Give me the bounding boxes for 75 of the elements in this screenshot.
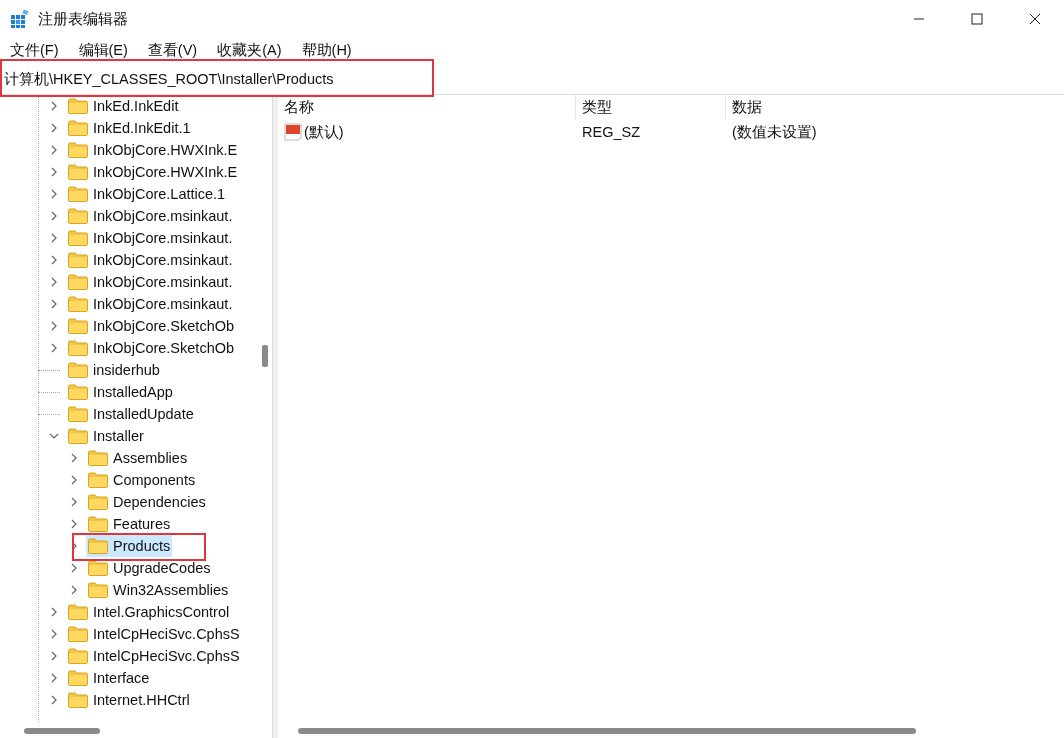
column-header[interactable]: 类型 <box>576 95 726 119</box>
tree-item[interactable]: InkObjCore.Lattice.1 <box>66 183 228 205</box>
tree-item[interactable]: InkObjCore.msinkaut. <box>66 227 235 249</box>
registry-editor-icon <box>10 9 30 29</box>
tree-item[interactable]: Internet.HHCtrl <box>66 689 192 711</box>
close-icon <box>1029 13 1041 25</box>
tree-item[interactable]: Dependencies <box>86 491 208 513</box>
string-value-icon <box>284 123 302 141</box>
tree-item[interactable]: InkEd.InkEdit.1 <box>66 117 193 139</box>
folder-icon <box>68 670 88 686</box>
folder-icon <box>68 604 88 620</box>
folder-icon <box>68 274 88 290</box>
value-type: REG_SZ <box>581 124 641 140</box>
tree-item[interactable]: UpgradeCodes <box>86 557 213 579</box>
folder-icon <box>88 538 108 554</box>
tree-item[interactable]: InstalledUpdate <box>66 403 196 425</box>
tree-item[interactable]: Components <box>86 469 198 491</box>
menu-item[interactable]: 帮助(H) <box>301 40 352 60</box>
tree-item[interactable]: InkObjCore.msinkaut. <box>66 271 235 293</box>
folder-icon <box>88 560 108 576</box>
folder-icon <box>68 208 88 224</box>
tree-item[interactable]: Installer <box>66 425 146 447</box>
maximize-icon <box>971 13 983 25</box>
tree-item[interactable]: Assemblies <box>86 447 190 469</box>
tree-item[interactable]: InkObjCore.msinkaut. <box>66 293 235 315</box>
tree-item[interactable]: InkObjCore.HWXInk.E <box>66 139 240 161</box>
tree-item[interactable]: InstalledApp <box>66 381 175 403</box>
scrollbar-thumb[interactable] <box>262 345 268 367</box>
tree-item[interactable]: Interface <box>66 667 152 689</box>
folder-icon <box>88 494 108 510</box>
folder-icon <box>68 384 88 400</box>
column-header[interactable]: 数据 <box>726 95 926 119</box>
tree-item[interactable]: Features <box>86 513 173 535</box>
folder-icon <box>68 362 88 378</box>
folder-icon <box>68 98 88 114</box>
folder-icon <box>68 406 88 422</box>
tree-item[interactable]: Products <box>86 535 173 557</box>
folder-icon <box>88 450 108 466</box>
folder-icon <box>68 142 88 158</box>
menu-item[interactable]: 收藏夹(A) <box>217 40 282 60</box>
tree-item[interactable]: InkEd.InkEdit <box>66 95 181 117</box>
folder-icon <box>68 318 88 334</box>
folder-icon <box>68 648 88 664</box>
tree-item[interactable]: insiderhub <box>66 359 162 381</box>
menu-item[interactable]: 查看(V) <box>147 40 198 60</box>
menu-item[interactable]: 文件(F) <box>10 40 59 60</box>
folder-icon <box>68 340 88 356</box>
value-name[interactable]: (默认) <box>304 122 344 142</box>
scrollbar-thumb[interactable] <box>298 728 916 734</box>
menu-item[interactable]: 编辑(E) <box>78 40 128 60</box>
folder-icon <box>68 296 88 312</box>
tree-item[interactable]: Win32Assemblies <box>86 579 231 601</box>
folder-icon <box>68 428 88 444</box>
folder-icon <box>88 472 108 488</box>
folder-icon <box>68 186 88 202</box>
tree-item[interactable]: Intel.GraphicsControl <box>66 601 232 623</box>
tree-item[interactable]: InkObjCore.msinkaut. <box>66 249 235 271</box>
tree-item[interactable]: InkObjCore.msinkaut. <box>66 205 235 227</box>
tree-item[interactable]: InkObjCore.SketchOb <box>66 337 237 359</box>
folder-icon <box>68 252 88 268</box>
folder-icon <box>88 582 108 598</box>
tree-item[interactable]: InkObjCore.HWXInk.E <box>66 161 240 183</box>
scrollbar-thumb[interactable] <box>24 728 100 734</box>
folder-icon <box>88 516 108 532</box>
tree-item[interactable]: InkObjCore.SketchOb <box>66 315 237 337</box>
folder-icon <box>68 692 88 708</box>
folder-icon <box>68 230 88 246</box>
tree-item[interactable]: IntelCpHeciSvc.CphsS <box>66 623 242 645</box>
value-data: (数值未设置) <box>731 122 818 142</box>
window-title: 注册表编辑器 <box>38 9 128 29</box>
folder-icon <box>68 120 88 136</box>
column-header[interactable]: 名称 <box>278 95 576 119</box>
folder-icon <box>68 164 88 180</box>
tree-item[interactable]: IntelCpHeciSvc.CphsS <box>66 645 242 667</box>
folder-icon <box>68 626 88 642</box>
